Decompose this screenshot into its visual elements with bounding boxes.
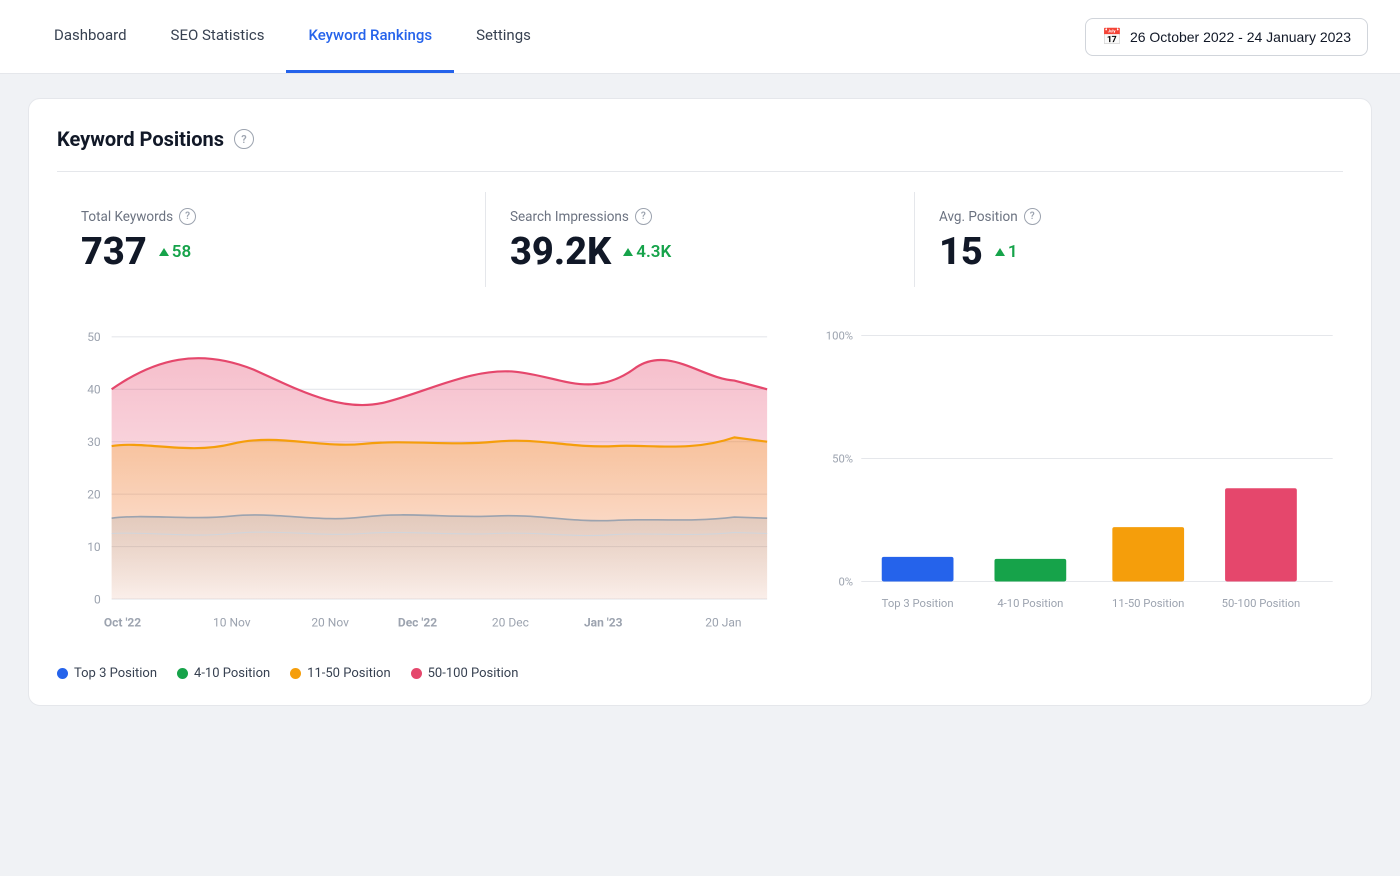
charts-row: 50 40 30 20 10 0	[57, 315, 1343, 681]
header: Dashboard SEO Statistics Keyword Ranking…	[0, 0, 1400, 74]
bar-chart: 100% 50% 0% Top 3 Position	[810, 315, 1343, 633]
legend-item-50to100: 50-100 Position	[411, 666, 519, 681]
svg-text:40: 40	[87, 383, 101, 397]
total-keywords-info-icon[interactable]: ?	[179, 208, 196, 225]
svg-text:100%: 100%	[826, 330, 853, 343]
legend-dot-top3	[57, 668, 68, 679]
tab-settings[interactable]: Settings	[454, 0, 553, 73]
line-chart: 50 40 30 20 10 0	[57, 315, 778, 654]
svg-text:20 Dec: 20 Dec	[492, 615, 529, 629]
tab-dashboard[interactable]: Dashboard	[32, 0, 149, 73]
search-impressions-info-icon[interactable]: ?	[635, 208, 652, 225]
svg-text:4-10 Position: 4-10 Position	[997, 597, 1063, 610]
svg-text:Top 3 Position: Top 3 Position	[882, 597, 954, 610]
svg-text:Jan '23: Jan '23	[584, 615, 623, 629]
svg-text:10: 10	[87, 540, 101, 554]
search-impressions-value: 39.2K	[510, 233, 611, 271]
stat-search-impressions-label: Search Impressions ?	[510, 208, 890, 225]
calendar-icon: 📅	[1102, 27, 1122, 47]
svg-text:11-50 Position: 11-50 Position	[1112, 597, 1184, 610]
stat-avg-position-label: Avg. Position ?	[939, 208, 1319, 225]
info-icon[interactable]: ?	[234, 129, 254, 149]
legend-dot-11to50	[290, 668, 301, 679]
search-impressions-delta: 4.3K	[623, 242, 671, 262]
nav-tabs: Dashboard SEO Statistics Keyword Ranking…	[32, 0, 553, 73]
legend-item-top3: Top 3 Position	[57, 666, 157, 681]
bar-chart-wrapper: 100% 50% 0% Top 3 Position	[810, 315, 1343, 633]
total-keywords-value: 737	[81, 233, 147, 271]
legend: Top 3 Position 4-10 Position 11-50 Posit…	[57, 666, 778, 681]
svg-text:30: 30	[87, 435, 101, 449]
stat-total-keywords: Total Keywords ? 737 58	[57, 192, 486, 287]
stats-row: Total Keywords ? 737 58 Search Impressio…	[57, 192, 1343, 287]
tab-seo-statistics[interactable]: SEO Statistics	[149, 0, 287, 73]
legend-label-50to100: 50-100 Position	[428, 666, 519, 681]
svg-text:10 Nov: 10 Nov	[213, 615, 251, 629]
legend-item-4to10: 4-10 Position	[177, 666, 270, 681]
legend-dot-50to100	[411, 668, 422, 679]
total-keywords-arrow-up	[159, 248, 169, 256]
svg-text:0: 0	[94, 592, 101, 606]
tab-keyword-rankings[interactable]: Keyword Rankings	[286, 0, 454, 73]
svg-text:Oct '22: Oct '22	[104, 615, 141, 629]
svg-text:20 Jan: 20 Jan	[705, 615, 741, 629]
svg-text:50: 50	[87, 330, 101, 344]
line-chart-wrapper: 50 40 30 20 10 0	[57, 315, 778, 681]
stat-search-impressions: Search Impressions ? 39.2K 4.3K	[486, 192, 915, 287]
avg-position-info-icon[interactable]: ?	[1024, 208, 1041, 225]
legend-dot-4to10	[177, 668, 188, 679]
main-content: Keyword Positions ? Total Keywords ? 737…	[0, 74, 1400, 876]
legend-item-11to50: 11-50 Position	[290, 666, 390, 681]
search-impressions-arrow-up	[623, 248, 633, 256]
svg-text:50%: 50%	[832, 453, 853, 466]
stat-total-keywords-label: Total Keywords ?	[81, 208, 461, 225]
avg-position-delta: 1	[995, 242, 1018, 262]
svg-text:20: 20	[87, 488, 101, 502]
date-range-button[interactable]: 📅 26 October 2022 - 24 January 2023	[1085, 18, 1368, 56]
svg-text:0%: 0%	[839, 576, 854, 589]
card-header: Keyword Positions ?	[57, 127, 1343, 172]
legend-label-11to50: 11-50 Position	[307, 666, 390, 681]
card-title: Keyword Positions	[57, 127, 224, 151]
svg-text:50-100 Position: 50-100 Position	[1222, 597, 1301, 610]
stat-avg-position: Avg. Position ? 15 1	[915, 192, 1343, 287]
svg-text:20 Nov: 20 Nov	[311, 615, 349, 629]
legend-label-top3: Top 3 Position	[74, 666, 157, 681]
total-keywords-delta: 58	[159, 242, 191, 262]
legend-label-4to10: 4-10 Position	[194, 666, 270, 681]
avg-position-arrow-up	[995, 248, 1005, 256]
svg-text:Dec '22: Dec '22	[398, 615, 437, 629]
avg-position-value: 15	[939, 233, 983, 271]
keyword-positions-card: Keyword Positions ? Total Keywords ? 737…	[28, 98, 1372, 706]
